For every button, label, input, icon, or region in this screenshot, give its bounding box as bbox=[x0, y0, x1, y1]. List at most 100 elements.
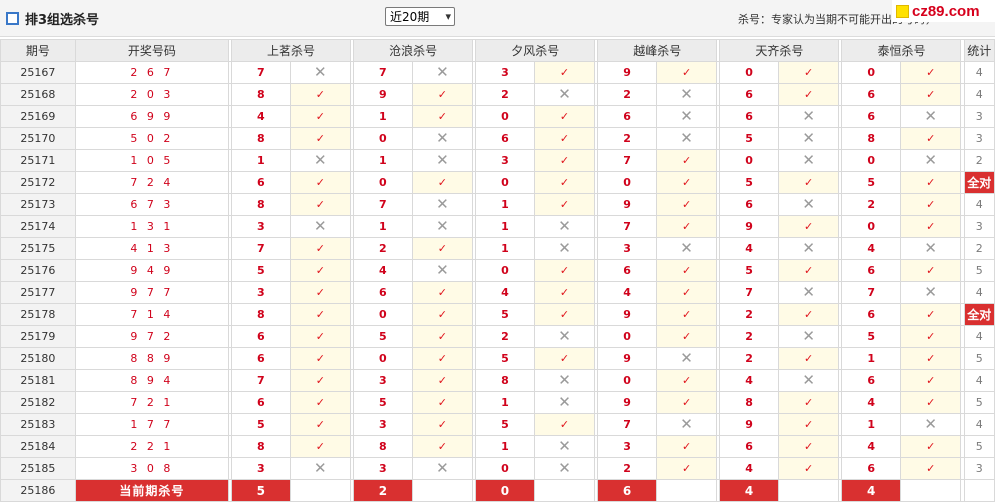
kill-number-cell: 0 bbox=[475, 105, 535, 128]
issue-cell: 25174 bbox=[0, 215, 76, 238]
kill-number-cell: 8 bbox=[841, 127, 901, 150]
table-body: 25167 2 6 7 7 ✕ 7 ✕ 3 ✓ 9 ✓ 0 ✓ 0 ✓ 4 25168 2 0 3 8 ✓ 9 ✓ 2 ✕ 2… bbox=[0, 61, 995, 502]
issue-cell: 25184 bbox=[0, 435, 76, 458]
kill-number-cell: 9 bbox=[597, 61, 657, 84]
kill-number-cell: 1 bbox=[841, 347, 901, 370]
table-row: 25183 1 7 7 5 ✓ 3 ✓ 5 ✓ 7 ✕ 9 ✓ 1 ✕ 4 bbox=[0, 413, 995, 436]
kill-number-cell: 6 bbox=[231, 325, 291, 348]
kill-number-cell: 0 bbox=[719, 61, 779, 84]
check-icon: ✓ bbox=[777, 347, 840, 370]
table-row: 25185 3 0 8 3 ✕ 3 ✕ 0 ✕ 2 ✓ 4 ✓ 6 ✓ 3 bbox=[0, 457, 995, 480]
kill-number-cell: 0 bbox=[597, 171, 657, 194]
issue-cell: 25170 bbox=[0, 127, 76, 150]
check-icon: ✓ bbox=[899, 83, 962, 106]
kill-number-cell: 7 bbox=[719, 281, 779, 304]
check-icon: ✓ bbox=[655, 171, 718, 194]
check-icon: ✓ bbox=[777, 435, 840, 458]
check-icon: ✓ bbox=[411, 369, 474, 392]
kill-number-cell: 1 bbox=[353, 149, 413, 172]
draw-number-cell: 5 0 2 bbox=[74, 127, 230, 150]
check-icon: ✓ bbox=[289, 127, 352, 150]
kill-number-cell: 0 bbox=[475, 171, 535, 194]
kill-number-cell: 3 bbox=[231, 281, 291, 304]
issue-cell: 25181 bbox=[0, 369, 76, 392]
table-row: 25175 4 1 3 7 ✓ 2 ✓ 1 ✕ 3 ✕ 4 ✕ 4 ✕ 2 bbox=[0, 237, 995, 260]
kill-number-cell: 0 bbox=[353, 303, 413, 326]
cross-icon: ✕ bbox=[289, 457, 352, 480]
check-icon: ✓ bbox=[899, 259, 962, 282]
issue-cell: 25172 bbox=[0, 171, 76, 194]
kill-number-cell: 1 bbox=[475, 435, 535, 458]
check-icon: ✓ bbox=[533, 347, 596, 370]
cross-icon: ✕ bbox=[655, 127, 718, 150]
kill-number-cell: 6 bbox=[841, 457, 901, 480]
kill-number-cell: 4 bbox=[597, 281, 657, 304]
blank-cell bbox=[411, 479, 474, 502]
kill-number-cell: 8 bbox=[231, 83, 291, 106]
check-icon: ✓ bbox=[777, 61, 840, 84]
cross-icon: ✕ bbox=[411, 149, 474, 172]
check-icon: ✓ bbox=[899, 457, 962, 480]
issue-cell: 25169 bbox=[0, 105, 76, 128]
check-icon: ✓ bbox=[777, 391, 840, 414]
table-row: 25180 8 8 9 6 ✓ 0 ✓ 5 ✓ 9 ✕ 2 ✓ 1 ✓ 5 bbox=[0, 347, 995, 370]
blank-cell bbox=[655, 479, 718, 502]
issue-cell: 25186 bbox=[0, 479, 76, 502]
cross-icon: ✕ bbox=[899, 413, 962, 436]
cross-icon: ✕ bbox=[533, 435, 596, 458]
kill-number-cell: 9 bbox=[597, 347, 657, 370]
check-icon: ✓ bbox=[899, 369, 962, 392]
kill-number-cell: 0 bbox=[353, 347, 413, 370]
check-icon: ✓ bbox=[655, 391, 718, 414]
col-expert-5: 天齐杀号 bbox=[719, 39, 840, 62]
kill-number-cell: 1 bbox=[841, 413, 901, 436]
current-kill-number: 2 bbox=[353, 479, 413, 502]
kill-number-cell: 1 bbox=[353, 215, 413, 238]
kill-number-cell: 3 bbox=[231, 215, 291, 238]
check-icon: ✓ bbox=[533, 303, 596, 326]
cross-icon: ✕ bbox=[533, 369, 596, 392]
check-icon: ✓ bbox=[289, 171, 352, 194]
check-icon: ✓ bbox=[655, 215, 718, 238]
kill-number-cell: 6 bbox=[231, 171, 291, 194]
cross-icon: ✕ bbox=[533, 215, 596, 238]
draw-number-cell: 2 2 1 bbox=[74, 435, 230, 458]
stat-cell: 3 bbox=[963, 215, 995, 238]
check-icon: ✓ bbox=[411, 83, 474, 106]
check-icon: ✓ bbox=[411, 303, 474, 326]
stat-cell: 全对 bbox=[963, 303, 995, 326]
stat-cell: 5 bbox=[963, 347, 995, 370]
kill-number-cell: 6 bbox=[231, 347, 291, 370]
issue-cell: 25175 bbox=[0, 237, 76, 260]
kill-number-cell: 0 bbox=[719, 149, 779, 172]
cross-icon: ✕ bbox=[411, 215, 474, 238]
kill-number-cell: 5 bbox=[841, 171, 901, 194]
cross-icon: ✕ bbox=[777, 369, 840, 392]
check-icon: ✓ bbox=[411, 391, 474, 414]
check-icon: ✓ bbox=[411, 413, 474, 436]
cross-icon: ✕ bbox=[777, 105, 840, 128]
kill-number-cell: 5 bbox=[719, 127, 779, 150]
stat-cell: 2 bbox=[963, 237, 995, 260]
logo-text: cz89.com bbox=[912, 2, 980, 20]
stat-cell: 全对 bbox=[963, 171, 995, 194]
check-icon: ✓ bbox=[411, 325, 474, 348]
table-row: 25173 6 7 3 8 ✓ 7 ✕ 1 ✓ 9 ✓ 6 ✕ 2 ✓ 4 bbox=[0, 193, 995, 216]
kill-number-cell: 7 bbox=[231, 237, 291, 260]
draw-number-cell: 1 3 1 bbox=[74, 215, 230, 238]
kill-number-cell: 4 bbox=[841, 391, 901, 414]
kill-number-cell: 6 bbox=[597, 105, 657, 128]
site-logo[interactable]: cz89.com bbox=[892, 0, 995, 22]
period-select[interactable]: 近20期 ▾ bbox=[385, 7, 455, 26]
check-icon: ✓ bbox=[655, 325, 718, 348]
cross-icon: ✕ bbox=[533, 457, 596, 480]
kill-number-cell: 7 bbox=[597, 215, 657, 238]
cross-icon: ✕ bbox=[411, 259, 474, 282]
cross-icon: ✕ bbox=[899, 149, 962, 172]
check-icon: ✓ bbox=[899, 391, 962, 414]
kill-number-cell: 5 bbox=[841, 325, 901, 348]
check-icon: ✓ bbox=[289, 325, 352, 348]
kill-number-cell: 5 bbox=[719, 259, 779, 282]
draw-number-cell: 8 9 4 bbox=[74, 369, 230, 392]
col-expert-4: 越峰杀号 bbox=[597, 39, 718, 62]
